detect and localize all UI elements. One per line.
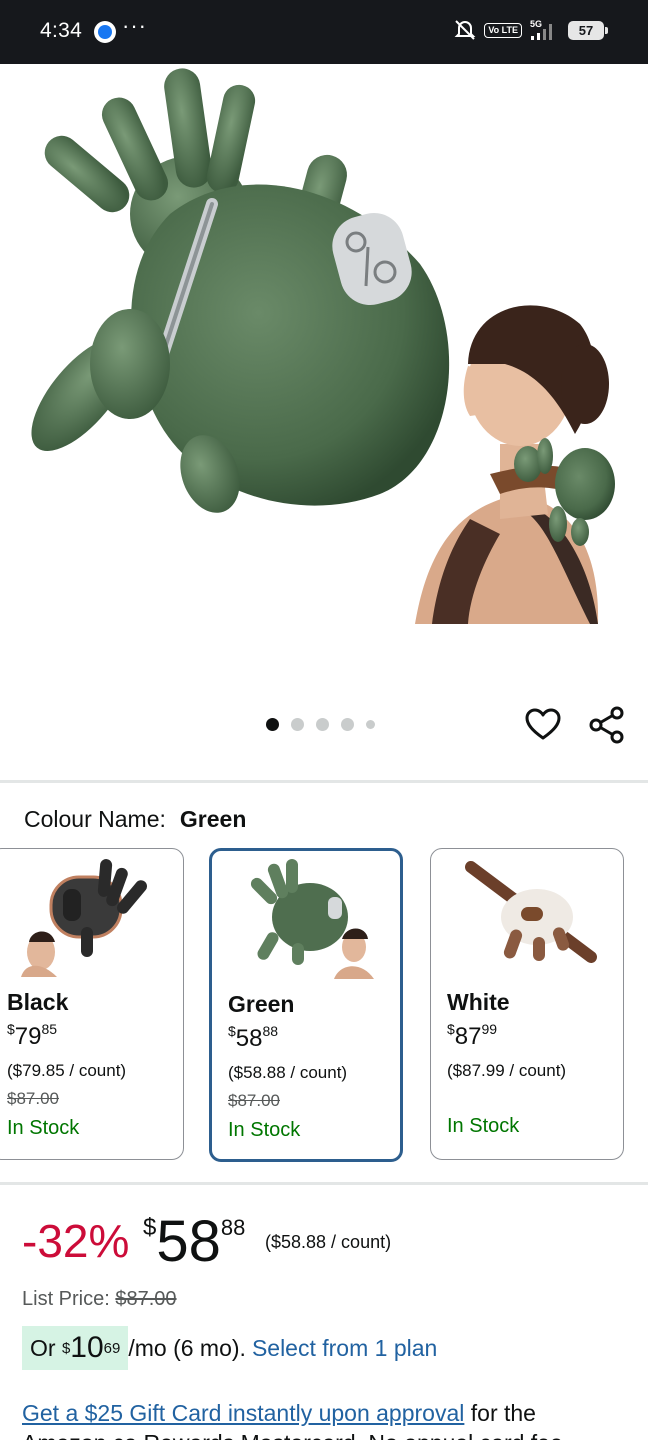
swatch-unit-price: ($87.99 / count) — [447, 1061, 567, 1080]
more-notifications-icon: ··· — [122, 13, 147, 38]
mute-icon — [454, 20, 476, 40]
gift-card-offer: Get a $25 Gift Card instantly upon appro… — [22, 1398, 632, 1440]
white-massager-thumbnail — [465, 861, 597, 963]
swatch-price: $8799 — [447, 1021, 498, 1050]
black-massager-thumbnail — [21, 859, 147, 977]
list-price: List Price: $87.00 — [22, 1288, 177, 1310]
heart-icon[interactable] — [524, 706, 562, 744]
current-price: $5888 — [143, 1209, 246, 1274]
gallery-dot[interactable] — [291, 718, 304, 731]
status-bar: 4:34 ··· Vo LTE 5G 57 — [0, 0, 648, 64]
gallery-dot[interactable] — [341, 718, 354, 731]
section-divider — [0, 780, 648, 783]
gallery-dot[interactable] — [266, 718, 279, 731]
colour-value: Green — [179, 806, 247, 832]
swatch-was-price: $87.00 — [228, 1091, 280, 1110]
swatch-price: $5888 — [228, 1023, 279, 1052]
swatch-stock: In Stock — [447, 1115, 520, 1137]
gallery-dot[interactable] — [316, 718, 329, 731]
swatch-unit-price: ($58.88 / count) — [228, 1063, 348, 1082]
swatch-unit-price: ($79.85 / count) — [7, 1061, 127, 1080]
swatch-name: Black — [7, 989, 69, 1015]
colour-label: Colour Name: — [24, 806, 166, 832]
swatch-stock: In Stock — [7, 1117, 80, 1139]
select-plan-link[interactable]: Select from 1 plan — [252, 1335, 437, 1362]
price-per-unit: ($58.88 / count) — [265, 1232, 392, 1252]
colour-name-row: Colour Name: Green — [24, 806, 246, 833]
signal-icon: 5G — [530, 19, 552, 40]
section-divider — [0, 1182, 648, 1185]
swatch-green[interactable]: Green $5888 ($58.88 / count) $87.00 In S… — [209, 848, 403, 1162]
swatch-black[interactable]: Black $7985 ($79.85 / count) $87.00 In S… — [0, 848, 184, 1160]
share-icon[interactable] — [588, 706, 626, 744]
swatch-name: Green — [228, 991, 295, 1017]
green-massager-thumbnail — [250, 859, 374, 979]
messenger-icon — [94, 21, 116, 43]
swatch-white[interactable]: White $8799 ($87.99 / count) In Stock — [430, 848, 624, 1160]
swatch-was-price: $87.00 — [7, 1089, 59, 1108]
swatch-stock: In Stock — [228, 1119, 301, 1141]
swatch-price: $7985 — [7, 1021, 58, 1050]
volte-badge: Vo LTE — [484, 22, 522, 38]
status-icons: Vo LTE 5G 57 — [453, 18, 608, 42]
svg-text:5G: 5G — [530, 19, 542, 29]
gift-card-link[interactable]: Get a $25 Gift Card instantly upon appro… — [22, 1400, 464, 1426]
battery-indicator: 57 — [568, 20, 608, 40]
monthly-payment-row: Or $10 69 /mo (6 mo). Select from 1 plan — [22, 1326, 437, 1370]
monthly-payment-chip: Or $10 69 — [22, 1326, 129, 1370]
gallery-pagination[interactable] — [266, 718, 375, 731]
discount-percent: -32% — [22, 1215, 130, 1267]
monthly-suffix: /mo (6 mo). — [128, 1334, 246, 1361]
swatch-name: White — [447, 989, 510, 1015]
gallery-dot[interactable] — [366, 720, 375, 729]
massager-illustration — [31, 68, 615, 624]
product-image[interactable] — [0, 64, 648, 704]
status-time: 4:34 — [40, 19, 83, 42]
